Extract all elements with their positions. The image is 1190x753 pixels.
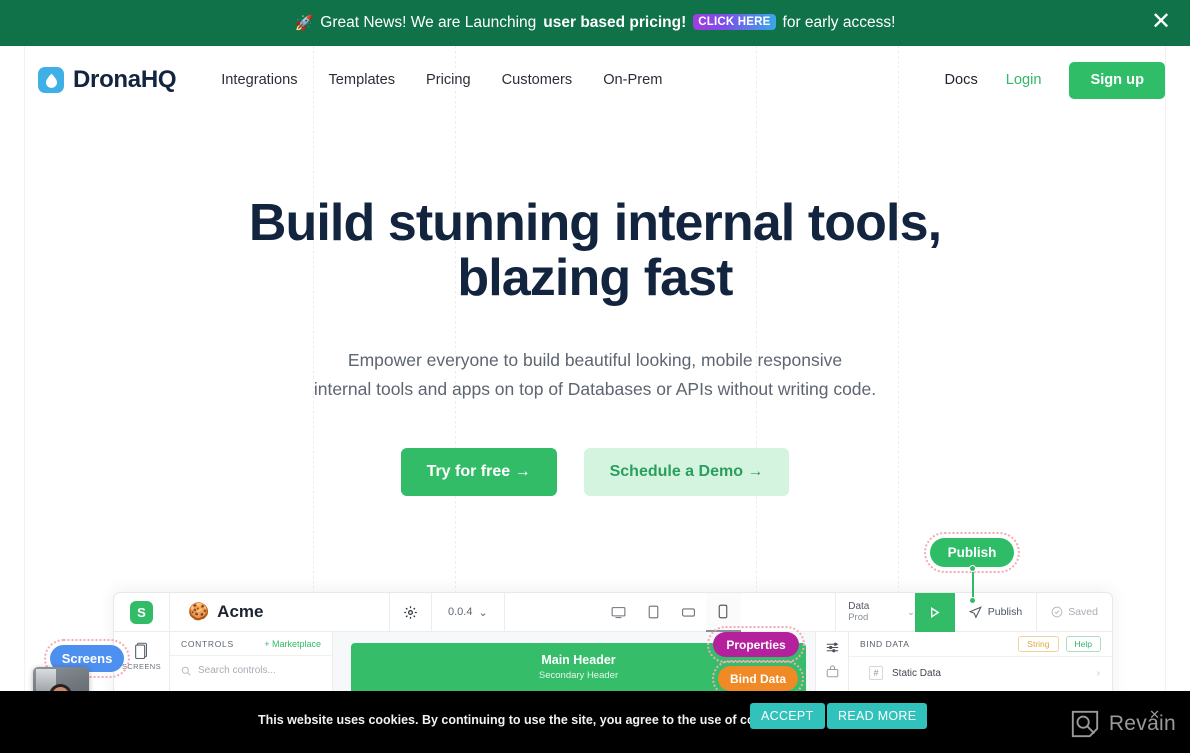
- nav-item-pricing[interactable]: Pricing: [426, 72, 471, 88]
- nav-links: Integrations Templates Pricing Customers…: [221, 72, 662, 88]
- string-type-chip[interactable]: String: [1018, 636, 1059, 652]
- chevron-right-icon: ›: [1096, 667, 1100, 679]
- mockup-app-name: Acme: [217, 602, 264, 621]
- page-root: 🚀 Great News! We are Launching user base…: [0, 0, 1190, 753]
- announcement-text: 🚀 Great News! We are Launching user base…: [294, 14, 896, 32]
- saved-label: Saved: [1068, 606, 1098, 618]
- signup-button[interactable]: Sign up: [1069, 61, 1165, 99]
- hash-icon: #: [869, 666, 883, 680]
- desktop-icon[interactable]: [601, 593, 636, 632]
- canvas-secondary-header: Secondary Header: [538, 670, 619, 681]
- close-icon[interactable]: ✕: [1148, 10, 1174, 36]
- main-navigation: DronaHQ Integrations Templates Pricing C…: [0, 46, 1190, 114]
- mockup-logo-cell[interactable]: S: [114, 593, 170, 632]
- try-for-free-button[interactable]: Try for free →: [400, 447, 557, 496]
- close-icon: ✕: [1149, 707, 1160, 722]
- schedule-demo-button[interactable]: Schedule a Demo →: [583, 447, 790, 496]
- rocket-icon: 🚀: [294, 14, 314, 32]
- hero-sub-line-2: internal tools and apps on top of Databa…: [313, 378, 877, 399]
- screens-icon: [135, 642, 147, 659]
- help-chip[interactable]: Help: [1065, 636, 1101, 652]
- publish-button[interactable]: Publish: [955, 593, 1036, 632]
- mockup-app-title[interactable]: 🍪 Acme: [170, 602, 389, 622]
- mockup-topbar: S 🍪 Acme 0.0.4 ⌄ Data Prod ⌄ Publish Sav…: [114, 593, 1112, 632]
- page-title: Build stunning internal tools, blazing f…: [0, 194, 1190, 308]
- bag-icon: [826, 665, 838, 678]
- cookie-consent-bar: This website uses cookies. By continuing…: [0, 691, 1190, 753]
- nav-actions: Docs Login Sign up: [945, 61, 1165, 99]
- revain-watermark: Revain ✕: [1070, 707, 1176, 739]
- device-toggle-group: [601, 593, 741, 632]
- hero-subtitle: Empower everyone to build beautiful look…: [0, 346, 1190, 403]
- announcement-prefix: Great News! We are Launching: [320, 14, 537, 31]
- bind-data-header: BIND DATA String Help: [849, 632, 1112, 657]
- search-icon: [181, 666, 191, 676]
- announcement-banner: 🚀 Great News! We are Launching user base…: [0, 0, 1190, 46]
- marketplace-link[interactable]: + Marketplace: [264, 639, 321, 649]
- data-label: Data: [848, 601, 870, 612]
- tablet-icon[interactable]: [636, 593, 671, 632]
- controls-panel-header: CONTROLS + Marketplace: [170, 632, 332, 656]
- accept-cookies-button[interactable]: ACCEPT: [750, 703, 825, 729]
- data-value: Prod: [848, 612, 869, 623]
- cookie-emoji-icon: 🍪: [188, 602, 210, 621]
- product-mockup: S 🍪 Acme 0.0.4 ⌄ Data Prod ⌄ Publish Sav…: [113, 592, 1113, 707]
- screens-rail-label: SCREENS: [121, 662, 162, 671]
- search-controls-placeholder: Search controls...: [198, 665, 276, 676]
- brand-name: DronaHQ: [73, 66, 177, 93]
- version-value: 0.0.4: [448, 606, 473, 618]
- saved-status: Saved: [1036, 593, 1112, 632]
- hero-title-line-2: blazing fast: [457, 249, 733, 308]
- tablet-landscape-icon[interactable]: [671, 593, 706, 632]
- hero-sub-line-1: Empower everyone to build beautiful look…: [347, 350, 843, 371]
- nav-item-on-prem[interactable]: On-Prem: [603, 72, 662, 88]
- cookie-message: This website uses cookies. By continuing…: [258, 713, 791, 727]
- chevron-down-icon[interactable]: ⌄: [907, 607, 915, 618]
- nav-item-templates[interactable]: Templates: [329, 72, 396, 88]
- revain-magnifier-icon: [1071, 710, 1098, 738]
- callout-bind-data[interactable]: Bind Data: [712, 660, 804, 697]
- mobile-icon[interactable]: [705, 593, 741, 632]
- callout-publish[interactable]: Publish: [924, 532, 1020, 573]
- hero-section: Build stunning internal tools, blazing f…: [0, 194, 1190, 496]
- bind-data-title: BIND DATA: [860, 639, 910, 649]
- callout-properties[interactable]: Properties: [707, 626, 805, 663]
- announcement-highlight: user based pricing!: [543, 14, 687, 31]
- droplet-logo-icon: [38, 67, 64, 93]
- mockup-app-logo-icon: S: [130, 600, 153, 624]
- data-environment-selector[interactable]: Data Prod: [835, 593, 909, 632]
- static-data-label: Static Data: [892, 667, 941, 679]
- revain-label: Revain: [1108, 712, 1176, 735]
- version-selector[interactable]: 0.0.4 ⌄: [431, 593, 505, 632]
- chevron-down-icon: ⌄: [478, 606, 488, 619]
- canvas-main-header: Main Header: [541, 653, 616, 667]
- publish-label: Publish: [987, 606, 1023, 618]
- controls-title: CONTROLS: [181, 638, 234, 649]
- publish-connector-dot-top: [969, 565, 976, 572]
- search-controls-input[interactable]: Search controls...: [170, 656, 332, 685]
- hero-cta-group: Try for free → Schedule a Demo →: [0, 447, 1190, 496]
- sliders-icon: [826, 642, 838, 653]
- gear-icon[interactable]: [389, 593, 431, 632]
- nav-item-customers[interactable]: Customers: [502, 72, 573, 88]
- brand-logo[interactable]: DronaHQ: [38, 66, 177, 94]
- announcement-suffix: for early access!: [782, 14, 896, 31]
- publish-connector-dot-bottom: [969, 597, 976, 604]
- nav-item-docs[interactable]: Docs: [945, 72, 978, 88]
- preview-play-button[interactable]: [914, 593, 955, 632]
- hero-title-line-1: Build stunning internal tools,: [248, 194, 942, 252]
- login-link[interactable]: Login: [1006, 72, 1042, 88]
- nav-item-integrations[interactable]: Integrations: [221, 72, 297, 88]
- click-here-badge[interactable]: CLICK HERE: [693, 14, 776, 30]
- read-more-button[interactable]: READ MORE: [827, 703, 928, 729]
- static-data-row[interactable]: # Static Data ›: [849, 657, 1112, 680]
